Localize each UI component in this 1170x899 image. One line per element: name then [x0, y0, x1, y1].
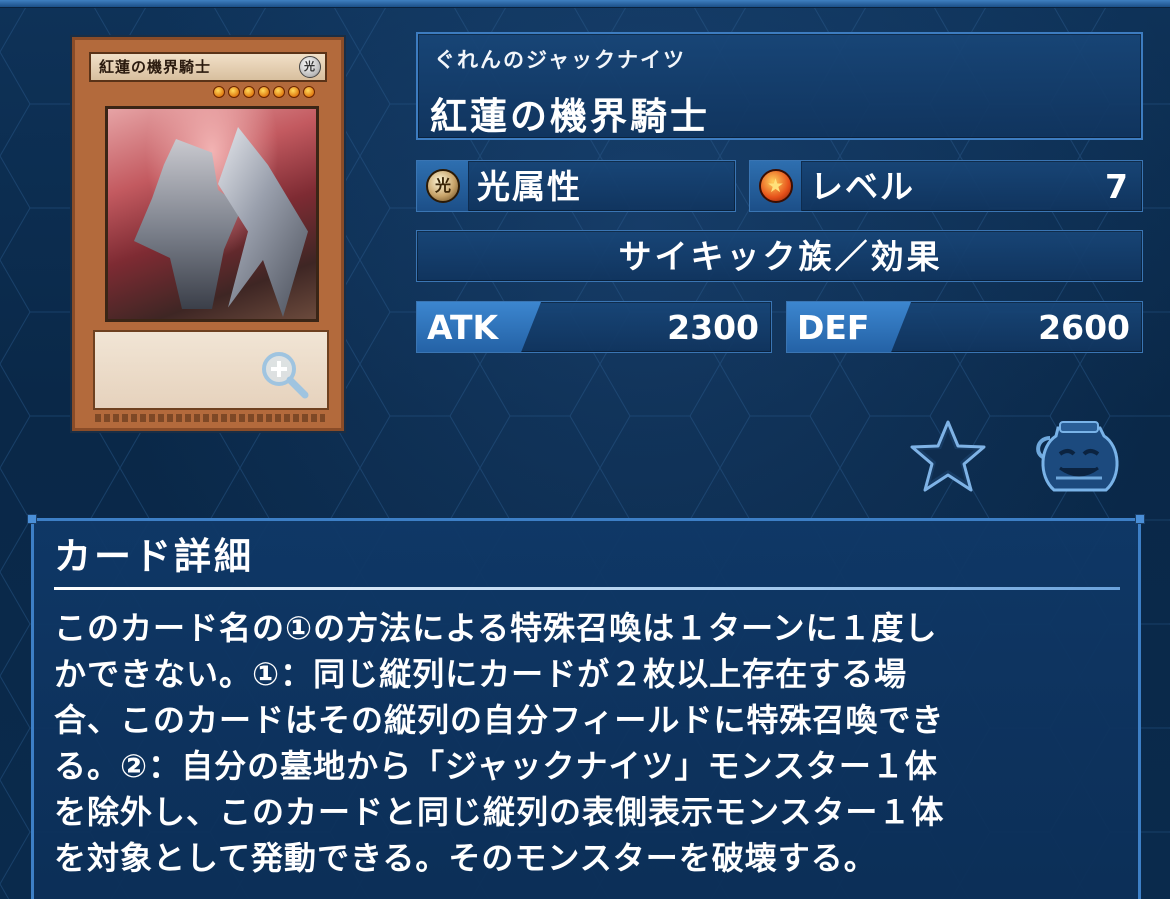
corner-ornament — [27, 514, 37, 524]
card-artwork — [105, 106, 319, 322]
heading-divider — [54, 587, 1120, 590]
card-image-attribute-icon: 光 — [299, 56, 321, 78]
level-panel: ★ レベル 7 — [749, 160, 1143, 212]
attribute-panel: 光 光属性 — [416, 160, 736, 212]
level-star-icon — [213, 86, 225, 98]
atk-value: 2300 — [667, 308, 759, 347]
level-star-badge-icon: ★ — [759, 169, 793, 203]
level-label: レベル — [810, 167, 915, 206]
card-name-panel: ぐれんのジャックナイツ 紅蓮の機界騎士 — [416, 32, 1143, 140]
type-panel: サイキック族／効果 — [416, 230, 1143, 282]
card-detail-screen: 紅蓮の機界騎士 光 ぐれんのジャックナイツ 紅蓮の機界騎士 光 光属性 ★ レベ… — [0, 0, 1170, 899]
pot-of-greed-icon[interactable] — [1030, 418, 1126, 498]
star-icon[interactable] — [908, 418, 988, 494]
light-attribute-icon: 光 — [426, 169, 460, 203]
attribute-label: 光属性 — [477, 167, 582, 206]
card-detail-box: カード詳細 このカード名の①の方法による特殊召喚は１ターンに１度し かできない。… — [27, 514, 1145, 899]
level-star-icon — [228, 86, 240, 98]
corner-ornament — [1135, 514, 1145, 524]
card-image-level-stars — [213, 86, 315, 100]
atk-label: ATK — [427, 308, 499, 347]
level-star-icon — [243, 86, 255, 98]
atk-panel: ATK 2300 — [416, 301, 772, 353]
def-value: 2600 — [1038, 308, 1130, 347]
card-image-name: 紅蓮の機界騎士 光 — [89, 52, 327, 82]
level-icon-cell: ★ — [750, 161, 802, 211]
card-effect-text: このカード名の①の方法による特殊召喚は１ターンに１度し かできない。①：同じ縦列… — [54, 609, 945, 877]
level-value: 7 — [1105, 167, 1128, 206]
level-star-icon — [288, 86, 300, 98]
level-star-icon — [258, 86, 270, 98]
zoom-in-icon[interactable] — [258, 348, 310, 400]
def-panel: DEF 2600 — [786, 301, 1143, 353]
monster-type: サイキック族／効果 — [618, 237, 943, 276]
level-star-icon — [273, 86, 285, 98]
card-image-footer — [95, 414, 325, 422]
top-border — [0, 0, 1170, 8]
def-label: DEF — [797, 308, 870, 347]
card-detail-heading: カード詳細 — [54, 535, 254, 578]
card-image-name-text: 紅蓮の機界騎士 — [99, 58, 212, 76]
level-star-icon — [303, 86, 315, 98]
card-name: 紅蓮の機界騎士 — [430, 95, 710, 138]
card-name-ruby: ぐれんのジャックナイツ — [434, 48, 686, 72]
attribute-icon-cell: 光 — [417, 161, 469, 211]
